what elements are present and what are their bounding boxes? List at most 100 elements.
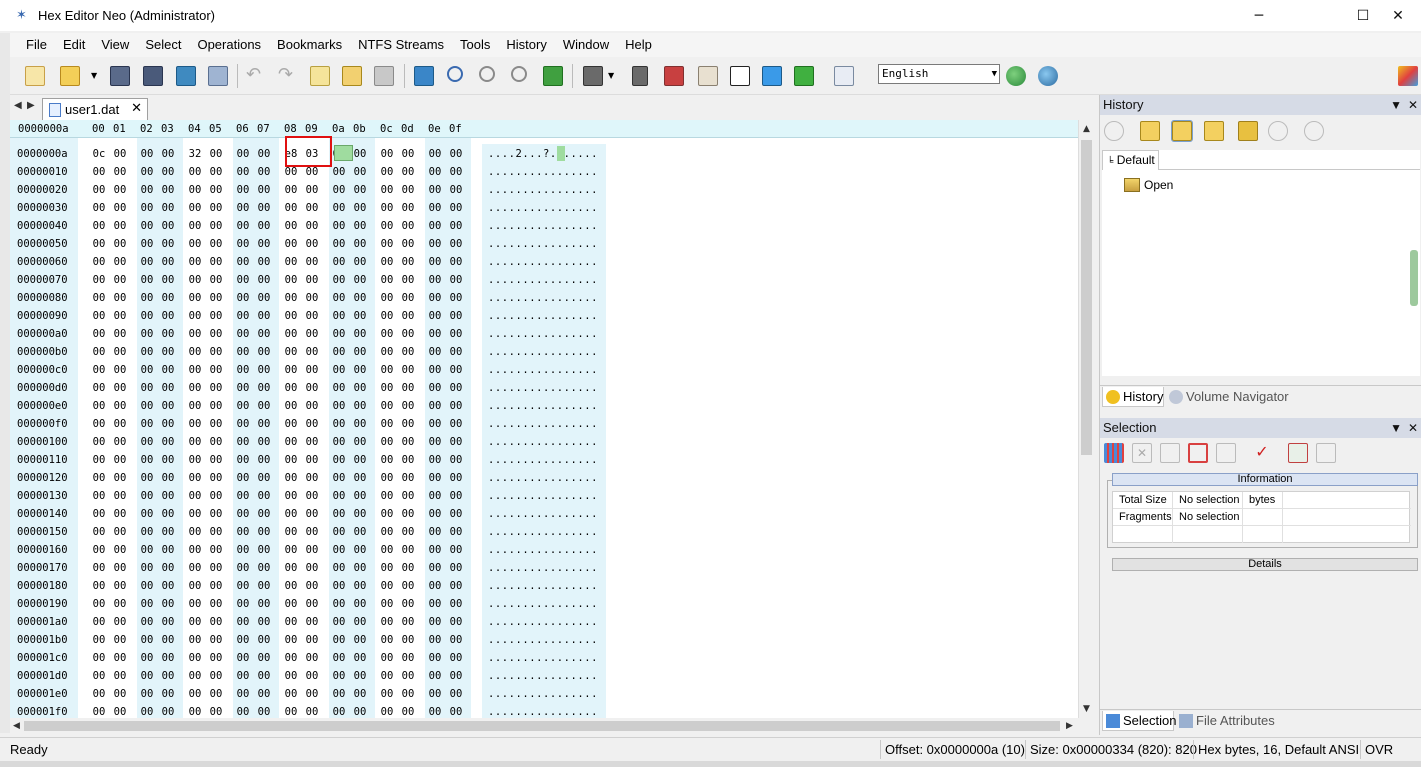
hex-byte[interactable]: 00 (90, 181, 108, 199)
hex-byte[interactable]: 00 (303, 505, 321, 523)
hex-byte[interactable]: 00 (138, 415, 156, 433)
hex-byte[interactable]: 00 (330, 163, 348, 181)
hex-byte[interactable]: 00 (255, 361, 273, 379)
globe-settings-icon[interactable] (1038, 66, 1058, 86)
hex-byte[interactable]: 00 (207, 523, 225, 541)
hex-byte[interactable]: 00 (234, 577, 252, 595)
hex-byte[interactable]: 00 (255, 595, 273, 613)
hex-byte[interactable]: 00 (330, 667, 348, 685)
hex-byte[interactable]: 00 (255, 289, 273, 307)
hex-byte[interactable]: 00 (447, 217, 465, 235)
hex-byte[interactable]: 00 (303, 487, 321, 505)
close-panel-icon[interactable]: ✕ (1408, 95, 1418, 115)
history-remove-icon[interactable] (1268, 121, 1288, 141)
hex-byte[interactable]: 00 (378, 181, 396, 199)
ascii-row[interactable]: ................ (488, 487, 598, 505)
hex-byte[interactable]: 00 (447, 451, 465, 469)
hex-byte[interactable]: 00 (111, 523, 129, 541)
hex-byte[interactable]: 00 (447, 703, 465, 718)
hex-byte[interactable]: 00 (378, 595, 396, 613)
hex-byte[interactable]: 00 (447, 433, 465, 451)
scroll-right-icon[interactable]: ▶ (1066, 721, 1073, 731)
hex-byte[interactable]: 00 (399, 469, 417, 487)
hex-byte[interactable]: 00 (255, 613, 273, 631)
status-size[interactable]: Size: 0x00000334 (820): 820 (1030, 742, 1197, 757)
hex-byte[interactable]: 00 (303, 577, 321, 595)
hex-byte[interactable]: 00 (90, 289, 108, 307)
hex-byte[interactable]: 00 (255, 415, 273, 433)
hex-byte[interactable]: 00 (351, 667, 369, 685)
hex-byte[interactable]: 00 (111, 433, 129, 451)
hex-byte[interactable]: 00 (447, 235, 465, 253)
hex-byte[interactable]: 00 (207, 379, 225, 397)
hex-byte[interactable]: 00 (111, 415, 129, 433)
hex-byte[interactable]: 00 (159, 649, 177, 667)
hex-byte[interactable]: 00 (282, 343, 300, 361)
hex-byte[interactable]: 00 (138, 559, 156, 577)
hex-byte[interactable]: 00 (426, 163, 444, 181)
hex-byte[interactable]: 00 (138, 253, 156, 271)
hex-byte[interactable]: 00 (159, 685, 177, 703)
history-clear-icon[interactable] (1304, 121, 1324, 141)
menu-help[interactable]: Help (617, 35, 660, 55)
hex-byte[interactable]: 00 (399, 145, 417, 163)
save-all-icon[interactable] (143, 66, 163, 86)
hex-byte[interactable]: 00 (90, 325, 108, 343)
status-mode[interactable]: Hex bytes, 16, Default ANSI (1198, 742, 1359, 757)
hex-byte[interactable]: 00 (234, 235, 252, 253)
hex-byte[interactable]: 00 (282, 199, 300, 217)
hex-byte[interactable]: 00 (207, 289, 225, 307)
hex-byte[interactable]: 00 (111, 703, 129, 718)
hex-byte[interactable]: 00 (303, 703, 321, 718)
hex-byte[interactable]: 00 (255, 217, 273, 235)
hex-byte[interactable]: 00 (447, 649, 465, 667)
hex-byte[interactable]: 00 (186, 631, 204, 649)
hex-byte[interactable]: 00 (399, 631, 417, 649)
ascii-row[interactable]: ................ (488, 613, 598, 631)
hex-byte[interactable]: 00 (207, 163, 225, 181)
hex-byte[interactable]: 00 (207, 199, 225, 217)
hex-byte[interactable]: 00 (330, 577, 348, 595)
ascii-row[interactable]: ................ (488, 649, 598, 667)
hex-byte[interactable]: 00 (351, 487, 369, 505)
menu-select[interactable]: Select (137, 35, 189, 55)
hex-byte[interactable]: 00 (351, 415, 369, 433)
hex-byte[interactable]: 00 (255, 163, 273, 181)
hex-byte[interactable]: 00 (447, 397, 465, 415)
ascii-row[interactable]: ................ (488, 271, 598, 289)
hex-byte[interactable]: 00 (138, 433, 156, 451)
hex-byte[interactable]: 00 (234, 649, 252, 667)
hex-byte[interactable]: 00 (255, 379, 273, 397)
hex-byte[interactable]: 00 (234, 145, 252, 163)
hex-byte[interactable]: 00 (330, 271, 348, 289)
hex-byte[interactable]: 00 (186, 487, 204, 505)
ascii-row[interactable]: ................ (488, 163, 598, 181)
hex-byte[interactable]: 00 (351, 577, 369, 595)
hex-byte[interactable]: 00 (159, 217, 177, 235)
hex-byte[interactable]: 00 (90, 631, 108, 649)
hex-byte[interactable]: 00 (351, 181, 369, 199)
hex-byte[interactable]: 00 (447, 289, 465, 307)
hex-byte[interactable]: 00 (330, 649, 348, 667)
hex-byte[interactable]: 00 (399, 703, 417, 718)
ascii-row[interactable]: ................ (488, 685, 598, 703)
hex-byte[interactable]: 00 (378, 433, 396, 451)
history-branch-icon[interactable] (1204, 121, 1224, 141)
hex-byte[interactable]: 00 (111, 649, 129, 667)
hex-byte[interactable]: 00 (399, 667, 417, 685)
hex-byte[interactable]: 00 (186, 703, 204, 718)
export-icon[interactable] (414, 66, 434, 86)
hex-byte[interactable]: 00 (426, 415, 444, 433)
hex-byte[interactable]: 00 (351, 145, 369, 163)
hex-byte[interactable]: 00 (207, 145, 225, 163)
edit-icon[interactable] (310, 66, 330, 86)
hex-byte[interactable]: 00 (159, 577, 177, 595)
hex-byte[interactable]: 00 (330, 343, 348, 361)
hex-byte[interactable]: 00 (399, 577, 417, 595)
hex-byte[interactable]: 00 (234, 703, 252, 718)
hex-byte[interactable]: 00 (330, 523, 348, 541)
hex-byte[interactable]: 00 (186, 379, 204, 397)
hex-byte[interactable]: 00 (159, 343, 177, 361)
hex-byte[interactable]: 00 (282, 271, 300, 289)
hex-byte[interactable]: 00 (447, 577, 465, 595)
